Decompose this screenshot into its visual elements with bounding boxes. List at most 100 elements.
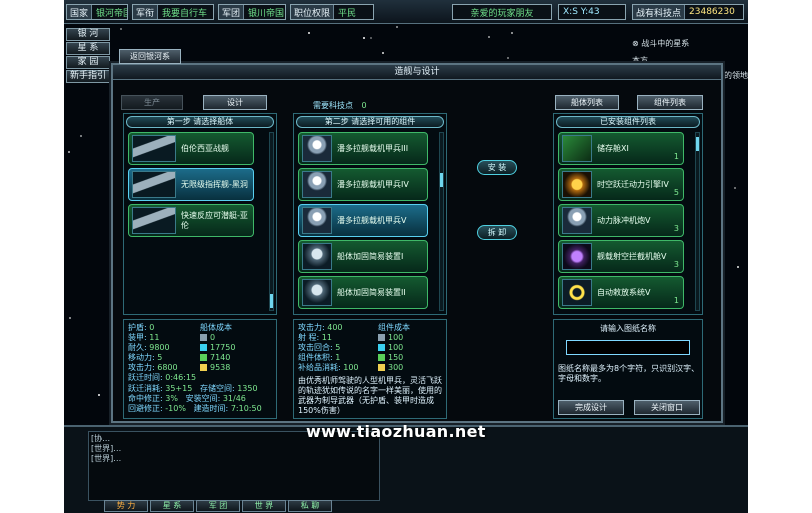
component-item[interactable]: 潘多拉舰载机甲兵IV <box>298 168 428 201</box>
back-to-galaxy-button[interactable]: 返回银河系 <box>119 49 181 64</box>
site-watermark: www.tiaozhuan.net <box>306 422 486 441</box>
component-item[interactable]: 船体加固简易装置II <box>298 276 428 309</box>
stat-row: 攻击回合: 5 <box>298 343 359 353</box>
legend-territory-label: 的领地 <box>724 71 748 80</box>
install-button[interactable]: 安 装 <box>477 160 517 175</box>
star <box>382 52 384 54</box>
nav-home-button[interactable]: 家 园 <box>66 56 110 69</box>
blueprint-hint: 图纸名称最多为8个字符，只识别汉字、字母和数字。 <box>558 364 700 383</box>
hull-item[interactable]: 无限级指挥舰-黑洞 <box>128 168 254 201</box>
legend-battle-label: 战斗中的星系 <box>641 39 690 48</box>
cost-row: 7140 <box>200 353 235 363</box>
star <box>396 26 398 28</box>
metal-icon <box>378 334 385 341</box>
armor-icon <box>302 279 332 306</box>
installed-item-count: 1 <box>673 152 679 161</box>
chat-tab-system[interactable]: 星 系 <box>150 500 194 512</box>
component-scrollbar[interactable] <box>439 132 444 311</box>
hull-scrollbar[interactable] <box>269 132 274 311</box>
installed-item-label: 储存舱XI <box>597 143 629 153</box>
blueprint-name-input[interactable] <box>566 340 690 355</box>
installed-item-count: 1 <box>673 296 679 305</box>
extra-row: 跃迁消耗: 35+15 存储空间: 1350 <box>128 384 262 394</box>
close-window-button[interactable]: 关闭窗口 <box>634 400 700 415</box>
extra-row: 回避修正: -10% 建造时间: 7:10:50 <box>128 404 262 414</box>
stat-label: 安装空间: <box>185 394 221 403</box>
cost-value: 150 <box>388 353 404 362</box>
scroll-thumb[interactable] <box>440 173 443 187</box>
stat-value: 31/46 <box>222 394 246 403</box>
installed-item-label: 动力脉冲机炮V <box>597 215 651 225</box>
legend-battle: ⊗ 战斗中的星系 <box>632 38 748 49</box>
chat-tab-faction[interactable]: 势 力 <box>104 500 148 512</box>
stat-row: 组件体积: 1 <box>298 353 359 363</box>
component-item[interactable]: 船体加固简易装置I <box>298 240 428 273</box>
chat-log: [协… [世界]… [世界]… <box>88 431 380 501</box>
tab-design[interactable]: 设计 <box>203 95 267 110</box>
star <box>120 28 122 30</box>
star <box>507 57 509 59</box>
coords-field: X:S Y:43 <box>558 4 626 20</box>
chat-tab-private[interactable]: 私 聊 <box>288 500 332 512</box>
stat-value: 1 <box>335 353 341 362</box>
cost-value: 17750 <box>210 343 236 352</box>
installed-item[interactable]: 储存舱XI 1 <box>558 132 684 165</box>
component-pane: 第二步 请选择可用的组件 潘多拉舰载机甲兵III 潘多拉舰载机甲兵IV 潘多拉舰… <box>293 113 447 315</box>
component-item[interactable]: 潘多拉舰载机甲兵III <box>298 132 428 165</box>
stat-value: 1350 <box>237 384 258 393</box>
stat-value: 0 <box>149 323 155 332</box>
component-item[interactable]: 潘多拉舰载机甲兵V <box>298 204 428 237</box>
rank-field: 军衔 我要自行车 <box>132 4 214 20</box>
ship-stats-panel: 护盾: 0 装甲: 11 耐久: 9800 移动力: 5 攻击力: 6800 跃… <box>123 319 277 419</box>
country-field: 国家 银河帝国 <box>66 4 128 20</box>
star <box>734 187 736 189</box>
chat-tab-legion[interactable]: 军 团 <box>196 500 240 512</box>
stat-value: 5 <box>157 353 163 362</box>
stat-label: 攻击力: <box>128 363 155 372</box>
gas-icon <box>200 354 207 361</box>
cost-row: 100 <box>378 343 410 353</box>
star <box>98 394 100 396</box>
hull-pane-header: 第一步 请选择船体 <box>126 116 274 128</box>
installed-item[interactable]: 动力脉冲机炮V 3 <box>558 204 684 237</box>
hull-item[interactable]: 快速反应可潜艇-亚伦 <box>128 204 254 237</box>
nav-galaxy-button[interactable]: 银 河 <box>66 28 110 41</box>
installed-scrollbar[interactable] <box>695 132 700 311</box>
nav-guide-button[interactable]: 新手指引 <box>66 70 110 83</box>
stat-value: 11 <box>321 333 332 342</box>
stat-value: 5 <box>335 343 341 352</box>
scroll-thumb[interactable] <box>270 294 273 308</box>
component-cost-label: 组件成本 <box>378 323 410 332</box>
tab-produce[interactable]: 生产 <box>121 95 183 110</box>
finish-design-button[interactable]: 完成设计 <box>558 400 624 415</box>
installed-pane-header: 已安装组件列表 <box>556 116 700 128</box>
stat-row: 补给品消耗: 100 <box>298 363 359 373</box>
stat-value: 35+15 <box>165 384 193 393</box>
chat-line: [世界]… <box>91 444 122 453</box>
stat-row: 装甲: 11 <box>128 333 196 343</box>
stat-row: 攻击力: 400 <box>298 323 359 333</box>
tech-requirement-label: 需要科技点 <box>313 101 353 110</box>
chat-tab-world[interactable]: 世 界 <box>242 500 286 512</box>
ship-cost-label: 船体成本 <box>200 323 232 332</box>
stat-row: 射 程: 11 <box>298 333 359 343</box>
stat-label: 护盾: <box>128 323 147 332</box>
installed-item[interactable]: 舰载射空拦截机舱V 3 <box>558 240 684 273</box>
mech-icon <box>302 171 332 198</box>
installed-item[interactable]: 自动敕放系统V 1 <box>558 276 684 309</box>
rank-value: 我要自行车 <box>162 8 208 19</box>
hull-item[interactable]: 伯伦西亚战舰 <box>128 132 254 165</box>
country-value: 银河帝国 <box>96 8 127 19</box>
ship-list-button[interactable]: 船体列表 <box>555 95 619 110</box>
component-list-button[interactable]: 组件列表 <box>637 95 703 110</box>
remove-button[interactable]: 拆 卸 <box>477 225 517 240</box>
cost-value: 7140 <box>210 353 231 362</box>
cost-value: 300 <box>388 363 404 372</box>
star <box>488 36 490 38</box>
nav-system-button[interactable]: 星 系 <box>66 42 110 55</box>
installed-item[interactable]: 时空跃迁动力引擎IV 5 <box>558 168 684 201</box>
scroll-thumb[interactable] <box>696 137 699 151</box>
ship-stat-list: 护盾: 0 装甲: 11 耐久: 9800 移动力: 5 攻击力: 6800 跃… <box>128 323 196 383</box>
post-field: 职位权限 平民 <box>290 4 374 20</box>
stat-label: 移动力: <box>128 353 155 362</box>
